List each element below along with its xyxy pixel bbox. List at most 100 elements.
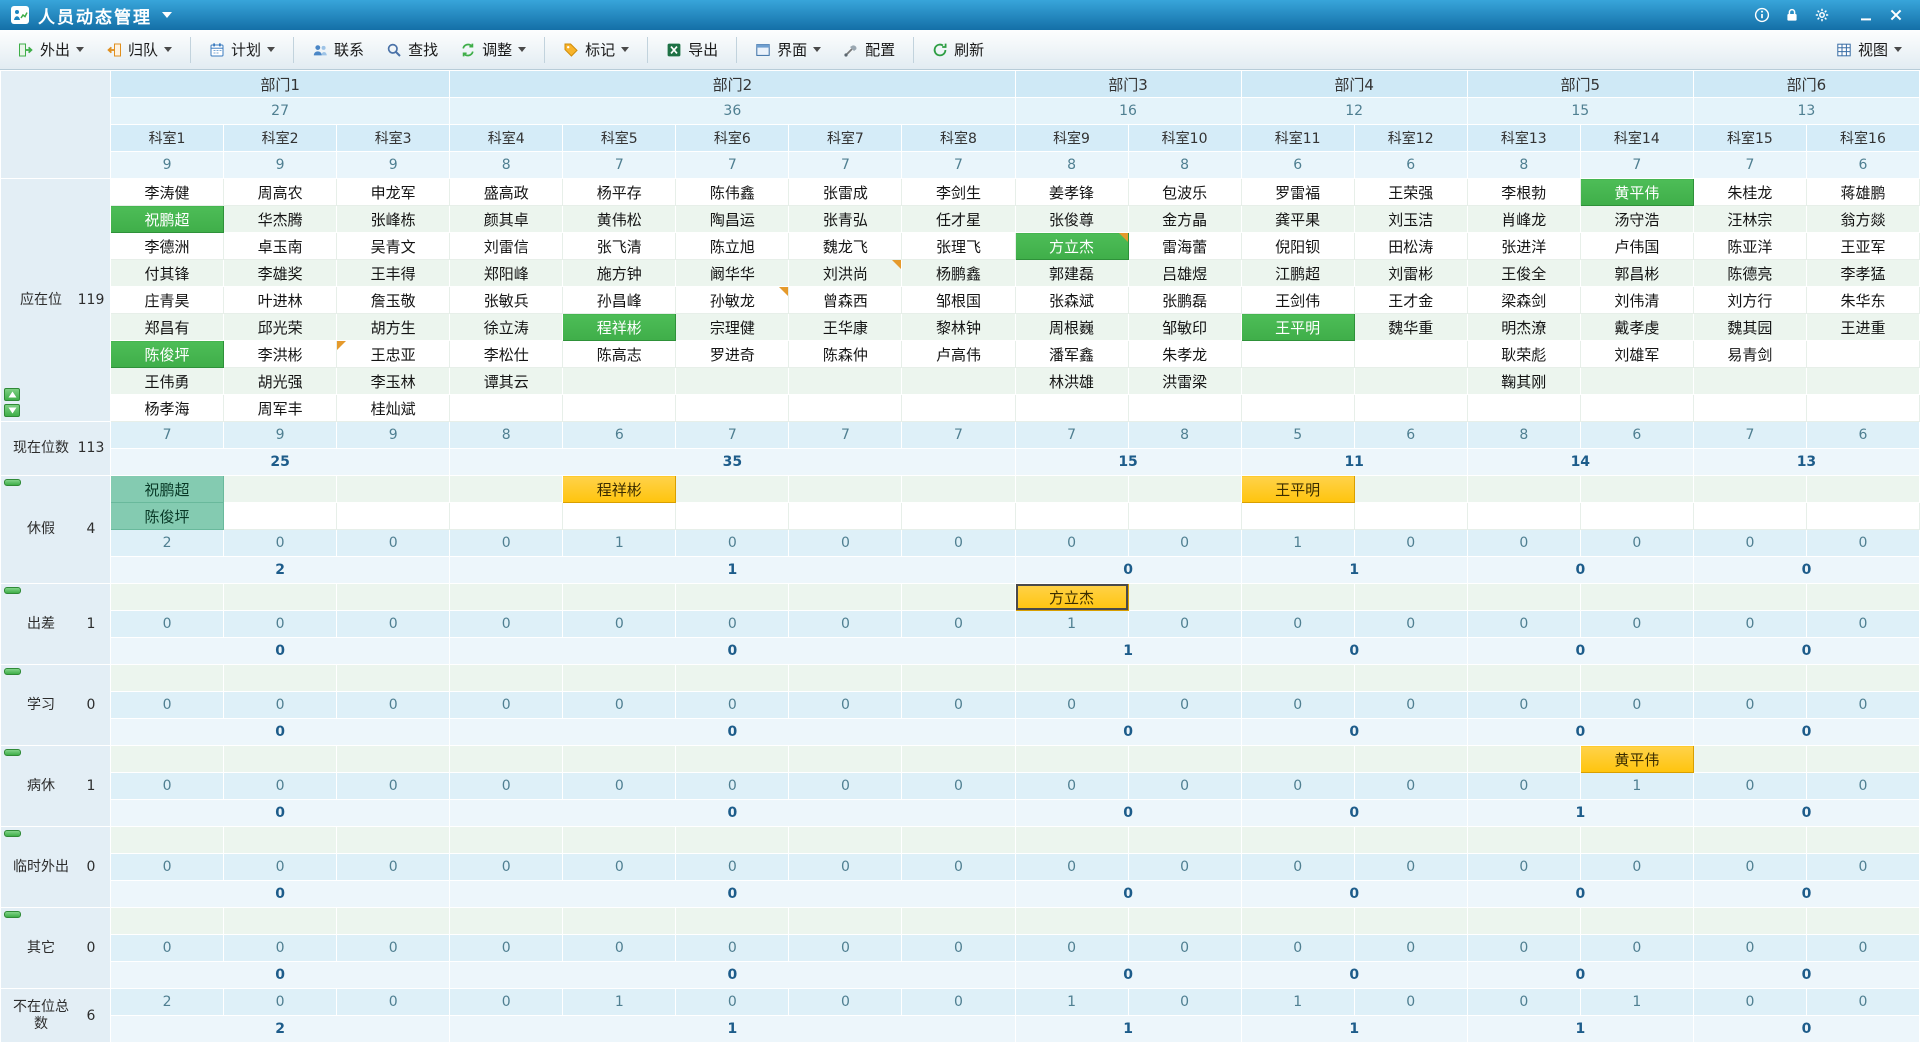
- person-cell[interactable]: 张理飞: [902, 233, 1015, 260]
- person-cell[interactable]: 刘雄军: [1580, 341, 1693, 368]
- dept-header-1[interactable]: 部门1: [111, 71, 450, 98]
- person-cell[interactable]: 包波乐: [1128, 179, 1241, 206]
- person-cell[interactable]: 任才星: [902, 206, 1015, 233]
- person-cell[interactable]: 张鹏磊: [1128, 287, 1241, 314]
- person-cell[interactable]: 李雄奖: [224, 260, 337, 287]
- person-cell[interactable]: 王丰得: [337, 260, 450, 287]
- toolbar-button-view[interactable]: 视图: [1826, 32, 1912, 67]
- person-cell[interactable]: 邹敏印: [1128, 314, 1241, 341]
- person-cell[interactable]: 郭建磊: [1015, 260, 1128, 287]
- person-cell[interactable]: 易青剑: [1693, 341, 1806, 368]
- person-cell[interactable]: 卢伟国: [1580, 233, 1693, 260]
- person-cell[interactable]: 张青弘: [789, 206, 902, 233]
- person-cell[interactable]: 黎林钟: [902, 314, 1015, 341]
- toolbar-button-ui[interactable]: 界面: [745, 32, 831, 67]
- person-cell[interactable]: 杨孝海: [111, 395, 224, 422]
- person-cell[interactable]: 张进洋: [1467, 233, 1580, 260]
- person-cell[interactable]: 罗进奇: [676, 341, 789, 368]
- person-cell[interactable]: 申龙军: [337, 179, 450, 206]
- dept-header-6[interactable]: 部门6: [1693, 71, 1919, 98]
- person-cell[interactable]: 方立杰: [1015, 584, 1128, 611]
- person-cell[interactable]: 陈亚洋: [1693, 233, 1806, 260]
- collapse-up-icon[interactable]: [4, 388, 20, 401]
- person-cell[interactable]: 李根勃: [1467, 179, 1580, 206]
- person-cell[interactable]: 程祥彬: [563, 314, 676, 341]
- lock-button[interactable]: [1778, 3, 1806, 27]
- dept-header-5[interactable]: 部门5: [1467, 71, 1693, 98]
- person-cell[interactable]: 翁方燚: [1806, 206, 1919, 233]
- person-cell[interactable]: 黄平伟: [1580, 179, 1693, 206]
- section-header-11[interactable]: 科室11: [1241, 125, 1354, 152]
- person-cell[interactable]: 方立杰: [1015, 233, 1128, 260]
- person-cell[interactable]: 黄平伟: [1580, 746, 1693, 773]
- person-cell[interactable]: 陈高志: [563, 341, 676, 368]
- person-cell[interactable]: 孙昌峰: [563, 287, 676, 314]
- person-cell[interactable]: 林洪雄: [1015, 368, 1128, 395]
- person-cell[interactable]: 庄青昊: [111, 287, 224, 314]
- person-cell[interactable]: 邱光荣: [224, 314, 337, 341]
- person-cell[interactable]: 周根巍: [1015, 314, 1128, 341]
- person-cell[interactable]: 李涛健: [111, 179, 224, 206]
- section-header-12[interactable]: 科室12: [1354, 125, 1467, 152]
- person-cell[interactable]: 陶昌运: [676, 206, 789, 233]
- person-cell[interactable]: 王亚军: [1806, 233, 1919, 260]
- person-cell[interactable]: 田松涛: [1354, 233, 1467, 260]
- section-header-3[interactable]: 科室3: [337, 125, 450, 152]
- person-cell[interactable]: 陈立旭: [676, 233, 789, 260]
- person-cell[interactable]: 张峰栋: [337, 206, 450, 233]
- section-header-14[interactable]: 科室14: [1580, 125, 1693, 152]
- person-cell[interactable]: 肖峰龙: [1467, 206, 1580, 233]
- person-cell[interactable]: 郑昌有: [111, 314, 224, 341]
- person-cell[interactable]: 金方晶: [1128, 206, 1241, 233]
- dept-header-3[interactable]: 部门3: [1015, 71, 1241, 98]
- person-cell[interactable]: 李孝猛: [1806, 260, 1919, 287]
- toolbar-button-export[interactable]: 导出: [656, 32, 728, 67]
- settings-button[interactable]: [1808, 3, 1836, 27]
- band-toggle-pill[interactable]: [4, 668, 21, 675]
- person-cell[interactable]: 刘伟清: [1580, 287, 1693, 314]
- section-header-9[interactable]: 科室9: [1015, 125, 1128, 152]
- person-cell[interactable]: 朱华东: [1806, 287, 1919, 314]
- toolbar-button-go-out[interactable]: 外出: [8, 32, 94, 67]
- person-cell[interactable]: 蒋雄鹏: [1806, 179, 1919, 206]
- person-cell[interactable]: 杨鹏鑫: [902, 260, 1015, 287]
- person-cell[interactable]: 祝鹏超: [111, 206, 224, 233]
- band-toggle-pill[interactable]: [4, 830, 21, 837]
- person-cell[interactable]: 汪林宗: [1693, 206, 1806, 233]
- person-cell[interactable]: 洪雷梁: [1128, 368, 1241, 395]
- person-cell[interactable]: 孙敏龙: [676, 287, 789, 314]
- person-cell[interactable]: 戴孝虔: [1580, 314, 1693, 341]
- person-cell[interactable]: 王伟勇: [111, 368, 224, 395]
- person-cell[interactable]: 卓玉南: [224, 233, 337, 260]
- person-cell[interactable]: 魏华重: [1354, 314, 1467, 341]
- person-cell[interactable]: 王平明: [1241, 314, 1354, 341]
- person-cell[interactable]: 陈森仲: [789, 341, 902, 368]
- toolbar-button-contact[interactable]: 联系: [302, 32, 374, 67]
- person-cell[interactable]: 桂灿斌: [337, 395, 450, 422]
- section-header-13[interactable]: 科室13: [1467, 125, 1580, 152]
- person-cell[interactable]: 陈德亮: [1693, 260, 1806, 287]
- collapse-down-icon[interactable]: [4, 404, 20, 417]
- person-cell[interactable]: 黄伟松: [563, 206, 676, 233]
- person-cell[interactable]: 祝鹏超: [111, 476, 224, 503]
- person-cell[interactable]: 施方钟: [563, 260, 676, 287]
- section-header-16[interactable]: 科室16: [1806, 125, 1919, 152]
- person-cell[interactable]: 张雷成: [789, 179, 902, 206]
- person-cell[interactable]: 吴青文: [337, 233, 450, 260]
- section-header-8[interactable]: 科室8: [902, 125, 1015, 152]
- person-cell[interactable]: 颜其卓: [450, 206, 563, 233]
- person-cell[interactable]: 朱孝龙: [1128, 341, 1241, 368]
- person-cell[interactable]: 汤守浩: [1580, 206, 1693, 233]
- dept-header-4[interactable]: 部门4: [1241, 71, 1467, 98]
- person-cell[interactable]: 徐立涛: [450, 314, 563, 341]
- person-cell[interactable]: 胡光强: [224, 368, 337, 395]
- person-cell[interactable]: 李洪彬: [224, 341, 337, 368]
- person-cell[interactable]: 刘洪尚: [789, 260, 902, 287]
- minimize-button[interactable]: [1852, 3, 1880, 27]
- toolbar-button-return[interactable]: 归队: [96, 32, 182, 67]
- person-cell[interactable]: 王平明: [1241, 476, 1354, 503]
- person-cell[interactable]: 罗雷福: [1241, 179, 1354, 206]
- person-cell[interactable]: 李松仕: [450, 341, 563, 368]
- person-cell[interactable]: 明杰潦: [1467, 314, 1580, 341]
- person-cell[interactable]: 郭昌彬: [1580, 260, 1693, 287]
